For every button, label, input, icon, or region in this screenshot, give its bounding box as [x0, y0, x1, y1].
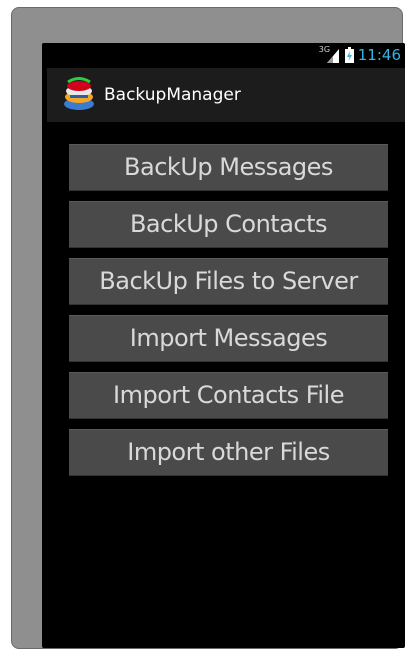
device-screen: 3G 11:46 BackupManager BackUp Messages B…	[42, 43, 405, 648]
network-type-label: 3G	[318, 45, 331, 54]
backup-manager-app-icon[interactable]	[61, 77, 97, 113]
battery-icon	[344, 47, 354, 63]
import-contacts-file-button[interactable]: Import Contacts File	[69, 372, 388, 419]
app-title: BackupManager	[104, 85, 241, 105]
status-bar: 3G 11:46	[42, 43, 405, 66]
action-bar: BackupManager	[47, 68, 405, 122]
status-icons: 3G 11:46	[319, 45, 401, 65]
device-frame: 3G 11:46 BackupManager BackUp Messages B…	[11, 7, 405, 649]
import-other-files-button[interactable]: Import other Files	[69, 429, 388, 476]
signal-icon: 3G	[318, 45, 341, 64]
button-list: BackUp Messages BackUp Contacts BackUp F…	[69, 144, 388, 486]
backup-files-to-server-button[interactable]: BackUp Files to Server	[69, 258, 388, 305]
status-clock: 11:46	[357, 46, 401, 64]
backup-contacts-button[interactable]: BackUp Contacts	[69, 201, 388, 248]
import-messages-button[interactable]: Import Messages	[69, 315, 388, 362]
backup-messages-button[interactable]: BackUp Messages	[69, 144, 388, 191]
